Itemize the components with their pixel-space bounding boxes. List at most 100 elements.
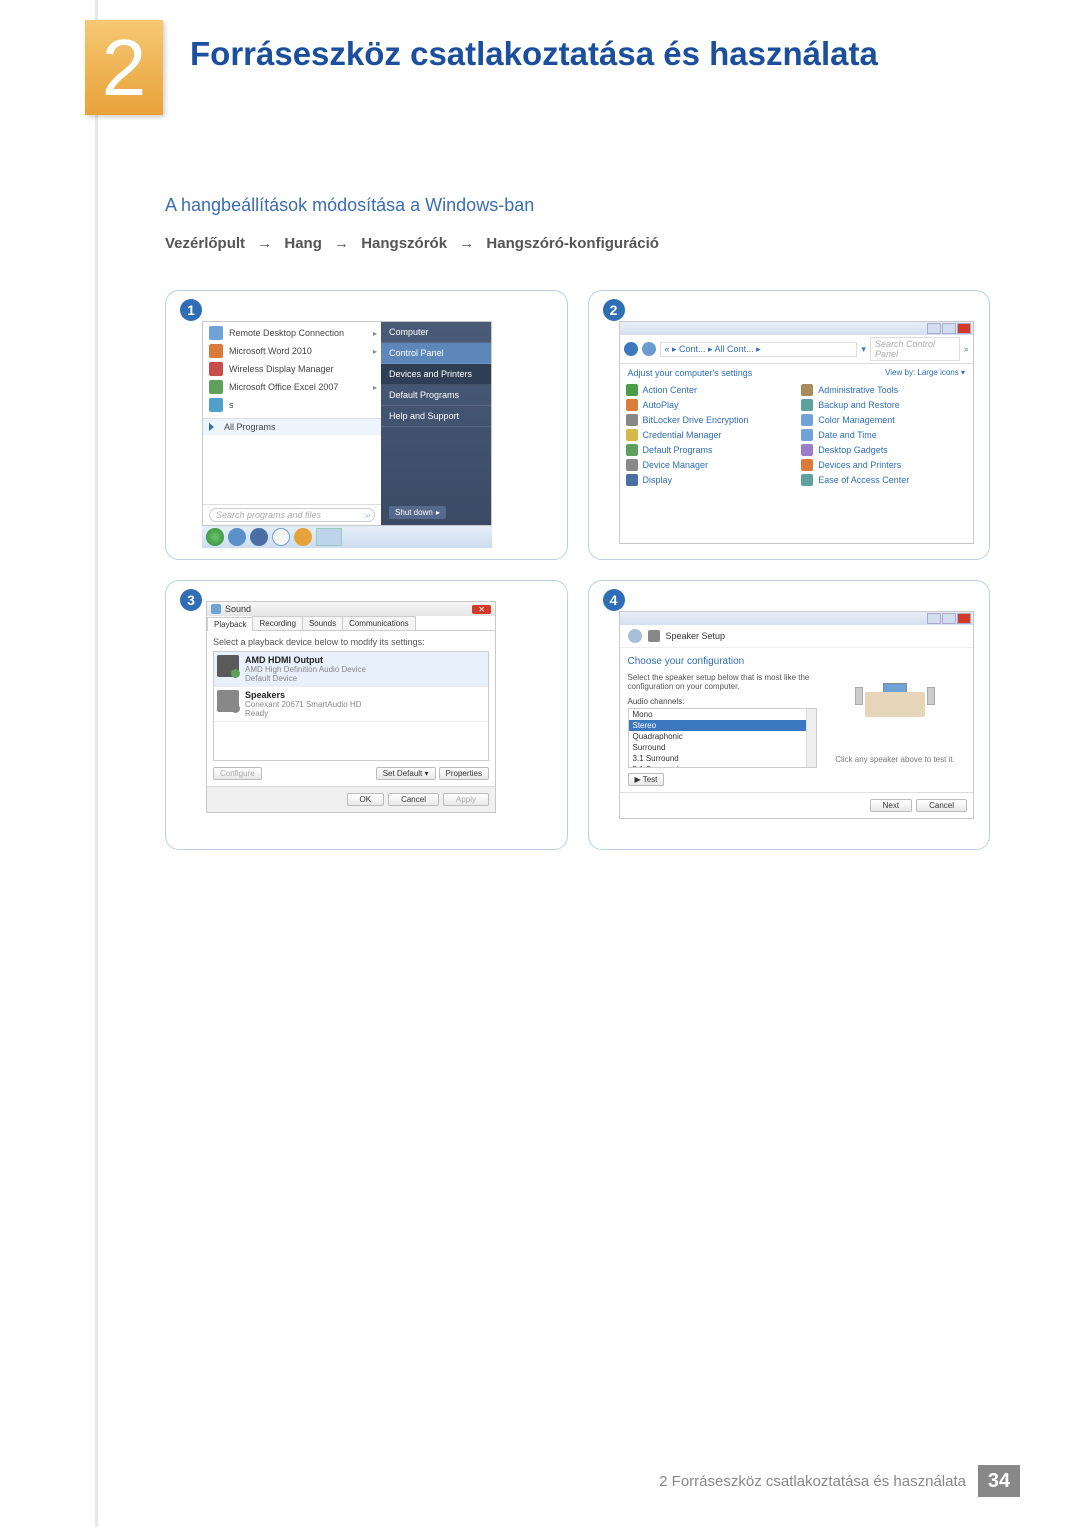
device-status: Default Device <box>245 674 366 683</box>
speaker-left-icon[interactable] <box>855 687 863 705</box>
list-option[interactable]: Surround <box>629 742 807 753</box>
ease-icon <box>801 474 813 486</box>
cp-item[interactable]: Action Center <box>626 384 792 396</box>
list-option[interactable]: 3.1 Surround <box>629 753 807 764</box>
cp-item[interactable]: Backup and Restore <box>801 399 967 411</box>
device-item[interactable]: AMD HDMI Output AMD High Definition Audi… <box>214 652 488 687</box>
tab-recording[interactable]: Recording <box>252 616 302 630</box>
minimize-button[interactable] <box>927 323 941 334</box>
cp-item[interactable]: Devices and Printers <box>801 459 967 471</box>
backup-icon <box>801 399 813 411</box>
cp-item[interactable]: Administrative Tools <box>801 384 967 396</box>
taskbar <box>202 526 492 548</box>
step-badge: 1 <box>180 299 202 321</box>
page-number: 34 <box>978 1465 1020 1497</box>
shutdown-button[interactable]: Shut down ▸ <box>389 506 446 519</box>
scrollbar[interactable] <box>806 709 816 767</box>
start-menu-item[interactable]: Wireless Display Manager <box>203 360 381 378</box>
address-bar: « ▸ Cont... ▸ All Cont... ▸ ▾ Search Con… <box>620 335 974 364</box>
start-button-icon[interactable] <box>206 528 224 546</box>
path-step: Vezérlőpult <box>165 235 245 252</box>
set-default-button[interactable]: Set Default ▾ <box>376 767 436 780</box>
device-item[interactable]: Speakers Conexant 20671 SmartAudio HD Re… <box>214 687 488 722</box>
taskbar-icon[interactable] <box>228 528 246 546</box>
test-button[interactable]: ▶ Test <box>628 773 665 786</box>
device-list: AMD HDMI Output AMD High Definition Audi… <box>213 651 489 761</box>
refresh-icon[interactable]: ▾ <box>861 344 866 355</box>
breadcrumb[interactable]: « ▸ Cont... ▸ All Cont... ▸ <box>660 342 858 357</box>
maximize-button[interactable] <box>942 613 956 624</box>
color-icon <box>801 414 813 426</box>
taskbar-window-icon[interactable] <box>316 528 342 546</box>
taskbar-icon[interactable] <box>294 528 312 546</box>
list-option[interactable]: Quadraphonic <box>629 731 807 742</box>
path-step: Hangszóró-konfiguráció <box>486 235 659 252</box>
app-icon <box>209 362 223 376</box>
next-button[interactable]: Next <box>870 799 912 812</box>
tools-icon <box>801 384 813 396</box>
search-icon: ⌕ <box>964 344 969 355</box>
tab-playback[interactable]: Playback <box>207 617 253 631</box>
right-panel-item[interactable]: Control Panel <box>381 343 491 364</box>
start-menu-item[interactable]: Microsoft Office Excel 2007 ▸ <box>203 378 381 396</box>
cp-item[interactable]: Credential Manager <box>626 429 792 441</box>
back-button[interactable] <box>624 342 638 356</box>
close-button[interactable] <box>957 613 971 624</box>
cancel-button[interactable]: Cancel <box>388 793 439 806</box>
start-menu-item[interactable]: Microsoft Word 2010 ▸ <box>203 342 381 360</box>
right-panel-item[interactable]: Default Programs <box>381 385 491 406</box>
search-input[interactable]: Search programs and files ⌕ <box>209 508 375 522</box>
forward-button[interactable] <box>642 342 656 356</box>
cp-item[interactable]: Desktop Gadgets <box>801 444 967 456</box>
start-menu-item[interactable]: s <box>203 396 381 414</box>
cancel-button[interactable]: Cancel <box>916 799 967 812</box>
right-panel-item[interactable]: Computer <box>381 322 491 343</box>
configure-button[interactable]: Configure <box>213 767 262 780</box>
submenu-arrow-icon: ▸ <box>373 347 377 356</box>
display-icon <box>626 474 638 486</box>
cp-item[interactable]: Ease of Access Center <box>801 474 967 486</box>
cp-item[interactable]: BitLocker Drive Encryption <box>626 414 792 426</box>
back-button[interactable] <box>628 629 642 643</box>
close-button[interactable]: ✕ <box>472 605 491 614</box>
start-menu-item[interactable]: Remote Desktop Connection ▸ <box>203 324 381 342</box>
screenshot-panel-4: 4 Speaker Setup Choose your configuratio… <box>588 580 991 850</box>
channel-listbox[interactable]: Mono Stereo Quadraphonic Surround 3.1 Su… <box>628 708 818 768</box>
view-by-dropdown[interactable]: View by: Large icons ▾ <box>885 368 965 378</box>
clock-icon <box>801 429 813 441</box>
list-option[interactable]: Mono <box>629 709 807 720</box>
tab-communications[interactable]: Communications <box>342 616 416 630</box>
ok-button[interactable]: OK <box>347 793 385 806</box>
right-panel-item[interactable]: Help and Support <box>381 406 491 427</box>
close-button[interactable] <box>957 323 971 334</box>
minimize-button[interactable] <box>927 613 941 624</box>
menu-item-label: s <box>229 400 234 410</box>
cp-heading: Adjust your computer's settings <box>628 368 753 378</box>
taskbar-icon[interactable] <box>250 528 268 546</box>
cp-items-grid: Action Center Administrative Tools AutoP… <box>620 382 974 492</box>
apply-button[interactable]: Apply <box>443 793 489 806</box>
cp-item-label: Credential Manager <box>643 430 722 440</box>
device-info: AMD HDMI Output AMD High Definition Audi… <box>245 655 366 683</box>
hint-text: Click any speaker above to test it. <box>835 755 955 764</box>
all-programs-item[interactable]: All Programs <box>203 418 381 435</box>
list-option[interactable]: Stereo <box>629 720 807 731</box>
ie-icon[interactable] <box>272 528 290 546</box>
right-panel-item[interactable]: Devices and Printers <box>381 364 491 385</box>
hdmi-icon <box>217 655 239 677</box>
cp-item[interactable]: AutoPlay <box>626 399 792 411</box>
search-input[interactable]: Search Control Panel <box>870 337 960 361</box>
list-option[interactable]: 5.1 Surround <box>629 764 807 768</box>
cp-item[interactable]: Device Manager <box>626 459 792 471</box>
speaker-right-icon[interactable] <box>927 687 935 705</box>
section-heading: Choose your configuration <box>628 656 818 667</box>
tab-sounds[interactable]: Sounds <box>302 616 343 630</box>
cp-item[interactable]: Display <box>626 474 792 486</box>
field-label: Audio channels: <box>628 697 818 706</box>
cp-item[interactable]: Date and Time <box>801 429 967 441</box>
properties-button[interactable]: Properties <box>439 767 489 780</box>
maximize-button[interactable] <box>942 323 956 334</box>
screenshot-panel-3: 3 Sound ✕ Playback Recording Sounds Comm… <box>165 580 568 850</box>
cp-item[interactable]: Color Management <box>801 414 967 426</box>
cp-item[interactable]: Default Programs <box>626 444 792 456</box>
